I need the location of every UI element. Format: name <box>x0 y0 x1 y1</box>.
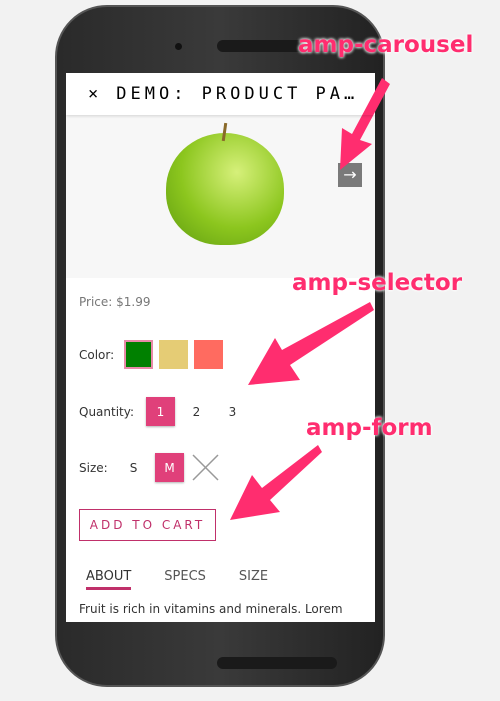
callout-amp-carousel: amp-carousel <box>298 32 474 58</box>
arrow-form <box>230 445 322 520</box>
callout-amp-form: amp-form <box>306 415 433 441</box>
callout-amp-selector: amp-selector <box>292 270 463 296</box>
header: × DEMO: PRODUCT PA… <box>66 73 375 115</box>
arrow-selector <box>248 302 374 385</box>
page-title: DEMO: PRODUCT PA… <box>116 84 359 104</box>
close-icon[interactable]: × <box>88 84 102 104</box>
